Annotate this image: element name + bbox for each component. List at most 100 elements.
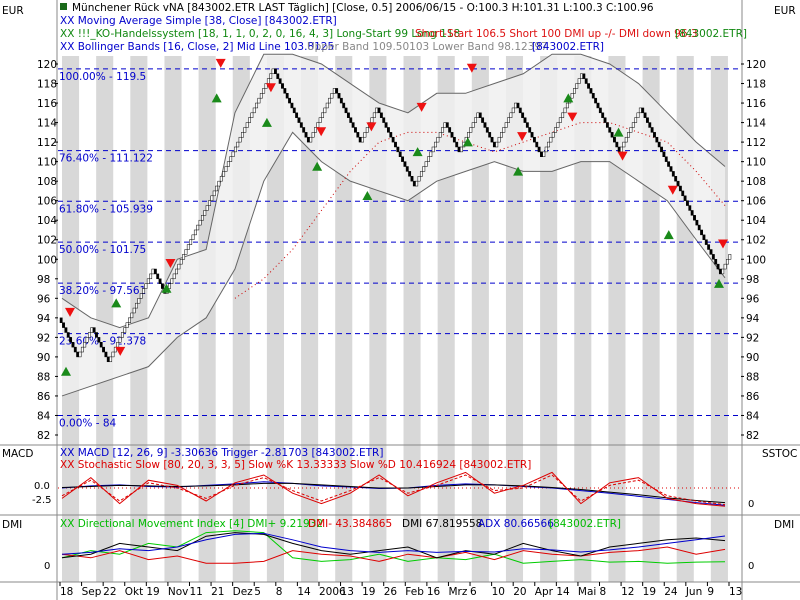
date-label: 6 [470, 586, 477, 598]
renko-brick [349, 117, 353, 123]
renko-brick [686, 200, 689, 206]
renko-brick [212, 190, 216, 197]
renko-brick [671, 171, 675, 177]
renko-brick [497, 136, 501, 143]
macd-panel-label: MACD [2, 448, 33, 460]
dmi-tick-left: 0 [44, 561, 50, 572]
renko-brick [391, 136, 395, 143]
renko-brick [111, 351, 115, 358]
renko-brick [201, 215, 204, 221]
price-tick-label-left: 108 [37, 176, 57, 188]
renko-brick [104, 351, 108, 358]
renko-brick [193, 229, 197, 236]
renko-brick [370, 117, 374, 123]
renko-brick [276, 73, 280, 79]
renko-brick [217, 180, 221, 187]
renko-brick [528, 127, 532, 133]
renko-brick [177, 263, 181, 270]
price-tick-label-right: 118 [746, 79, 766, 91]
renko-brick [403, 161, 407, 167]
renko-brick [542, 151, 546, 158]
renko-brick [278, 78, 282, 84]
renko-brick [678, 185, 682, 192]
renko-brick [436, 136, 440, 143]
renko-brick [102, 346, 105, 353]
renko-brick [241, 132, 244, 138]
renko-brick [325, 102, 329, 109]
renko-brick [523, 117, 527, 123]
bb-legend-b: Upper Band 109.50103 Lower Band 98.12397 [307, 41, 548, 53]
renko-brick [653, 132, 656, 138]
renko-brick [78, 351, 82, 358]
price-tick-label-right: 104 [746, 215, 766, 227]
renko-brick [179, 259, 183, 265]
date-label: Apr [535, 586, 554, 598]
renko-brick [535, 141, 539, 148]
renko-brick [575, 83, 579, 89]
renko-brick [73, 346, 77, 353]
price-tick-label-left: 90 [37, 352, 50, 364]
fib-label: 76.40% - 111.122 [59, 153, 153, 165]
price-tick-label-left: 92 [37, 332, 50, 344]
renko-brick [492, 141, 496, 148]
renko-brick [627, 132, 631, 138]
renko-brick [530, 132, 534, 138]
renko-brick [693, 215, 696, 221]
renko-brick [146, 278, 150, 284]
renko-brick [144, 283, 148, 289]
renko-brick [139, 293, 143, 299]
renko-brick [563, 107, 567, 114]
renko-brick [306, 136, 310, 143]
renko-brick [438, 132, 442, 138]
renko-brick [478, 112, 482, 118]
renko-brick [507, 117, 510, 123]
currency-right: EUR [774, 5, 796, 17]
fib-label: 38.20% - 97.561 [59, 285, 146, 297]
renko-brick [83, 342, 87, 348]
renko-brick [85, 337, 89, 343]
renko-brick [511, 107, 515, 114]
renko-brick [490, 136, 494, 143]
date-label: 8 [276, 586, 283, 598]
currency-left: EUR [2, 5, 24, 17]
renko-brick [330, 93, 334, 99]
ma-legend: XX Moving Average Simple [38, Close] [84… [60, 15, 337, 27]
renko-brick [718, 268, 722, 275]
renko-brick [594, 97, 598, 104]
renko-brick [704, 239, 708, 245]
renko-brick [231, 151, 235, 158]
renko-brick [90, 327, 94, 333]
renko-brick [125, 322, 129, 328]
renko-brick [210, 195, 214, 201]
renko-brick [69, 337, 73, 343]
renko-brick [648, 122, 652, 128]
price-tick-label-right: 106 [746, 196, 766, 208]
renko-brick [622, 141, 626, 148]
renko-brick [620, 146, 623, 153]
dmi-legend-d: ADX 80.66566 [478, 518, 554, 530]
renko-brick [62, 322, 65, 328]
price-tick-label-right: 110 [746, 157, 766, 169]
renko-brick [516, 102, 520, 109]
price-tick-label-right: 116 [746, 98, 766, 110]
dmi-panel-label-left: DMI [2, 519, 22, 531]
renko-brick [645, 117, 649, 123]
date-label: Dez [233, 586, 254, 598]
renko-brick [537, 146, 541, 153]
renko-brick [570, 93, 574, 99]
macd-tick-0: 0.0 [34, 481, 50, 492]
renko-brick [455, 141, 459, 148]
short-signal-triangle [215, 58, 226, 68]
renko-brick [304, 132, 308, 138]
renko-brick [504, 122, 508, 128]
sstoc-tick-0: 0 [748, 499, 754, 510]
renko-brick [514, 102, 518, 109]
date-axis: 18 Sep 22 Okt 19 Nov 11 21 Dez 5 8 14 200613 19 26 Feb 1… [59, 582, 742, 598]
renko-brick [408, 171, 412, 177]
renko-brick [219, 176, 223, 182]
renko-brick [255, 102, 259, 109]
renko-brick [667, 161, 671, 167]
renko-brick [551, 132, 555, 138]
price-tick-label-right: 112 [746, 137, 766, 149]
renko-brick [525, 122, 529, 128]
